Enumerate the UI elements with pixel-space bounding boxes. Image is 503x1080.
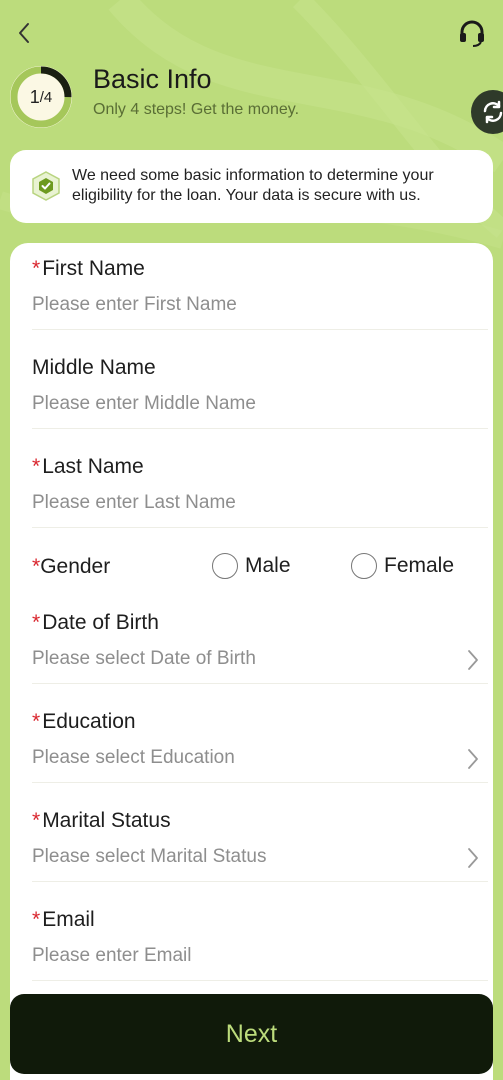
marital-label: Marital Status [42, 809, 171, 832]
chevron-right-icon [468, 650, 478, 670]
required-mark: * [32, 257, 41, 280]
dob-label: Date of Birth [42, 611, 159, 634]
email-label-row: * Email [32, 908, 488, 932]
dob-label-row: * Date of Birth [32, 611, 488, 635]
step-counter: 1/4 [9, 65, 73, 129]
gender-field: *Gender Male Female [32, 553, 488, 587]
first-name-input[interactable] [32, 291, 488, 319]
education-label: Education [42, 710, 136, 733]
divider [32, 527, 488, 528]
info-notice: We need some basic information to determ… [10, 150, 493, 223]
email-input[interactable] [32, 942, 488, 970]
marital-label-row: * Marital Status [32, 809, 488, 833]
gender-option-female[interactable]: Female [351, 553, 454, 579]
support-button[interactable] [457, 18, 487, 48]
date-of-birth-field[interactable]: * Date of Birth Please select Date of Bi… [32, 611, 488, 684]
refresh-button[interactable] [471, 90, 503, 134]
divider [32, 881, 488, 882]
top-bar [0, 0, 503, 66]
middle-name-field: Middle Name [32, 356, 488, 429]
step-current: 1 [29, 86, 40, 107]
chevron-right-icon [468, 848, 478, 868]
email-field: * Email [32, 908, 488, 981]
first-name-label-row: * First Name [32, 257, 488, 281]
page-subtitle: Only 4 steps! Get the money. [93, 101, 300, 118]
required-mark: * [32, 809, 41, 832]
education-label-row: * Education [32, 710, 488, 734]
last-name-field: * Last Name [32, 455, 488, 528]
gender-label-row: *Gender [32, 555, 110, 579]
page-title: Basic Info [93, 64, 212, 94]
required-mark: * [32, 710, 41, 733]
email-label: Email [42, 908, 95, 931]
last-name-label: Last Name [42, 455, 144, 478]
required-mark: * [32, 455, 41, 478]
education-select[interactable]: Please select Education [32, 744, 488, 772]
gender-option-label: Male [245, 554, 291, 577]
required-mark: * [32, 555, 41, 578]
education-field[interactable]: * Education Please select Education [32, 710, 488, 783]
next-button[interactable]: Next [10, 994, 493, 1074]
gender-option-male[interactable]: Male [212, 553, 291, 579]
dob-select[interactable]: Please select Date of Birth [32, 645, 488, 673]
required-mark: * [32, 611, 41, 634]
chevron-right-icon [468, 749, 478, 769]
divider [32, 329, 488, 330]
radio-button[interactable] [212, 553, 238, 579]
first-name-field: * First Name [32, 257, 488, 330]
step-progress-ring: 1/4 [9, 65, 73, 129]
divider [32, 980, 488, 981]
middle-name-input[interactable] [32, 390, 488, 418]
middle-name-label: Middle Name [32, 356, 156, 379]
required-mark: * [32, 908, 41, 931]
marital-status-field[interactable]: * Marital Status Please select Marital S… [32, 809, 488, 882]
marital-select[interactable]: Please select Marital Status [32, 843, 488, 871]
step-total: 4 [43, 88, 53, 106]
chevron-left-icon [19, 23, 29, 43]
middle-name-label-row: Middle Name [32, 356, 488, 380]
shield-check-icon [32, 171, 60, 201]
last-name-label-row: * Last Name [32, 455, 488, 479]
refresh-icon [483, 100, 503, 124]
back-button[interactable] [12, 20, 36, 46]
basic-info-form: * First Name Middle Name * Last Name *Ge… [10, 243, 493, 1080]
divider [32, 782, 488, 783]
radio-button[interactable] [351, 553, 377, 579]
divider [32, 683, 488, 684]
divider [32, 428, 488, 429]
first-name-label: First Name [42, 257, 145, 280]
last-name-input[interactable] [32, 489, 488, 517]
notice-text: We need some basic information to determ… [72, 167, 434, 204]
headset-icon [460, 20, 484, 47]
gender-label: Gender [40, 555, 111, 578]
gender-option-label: Female [384, 554, 455, 577]
